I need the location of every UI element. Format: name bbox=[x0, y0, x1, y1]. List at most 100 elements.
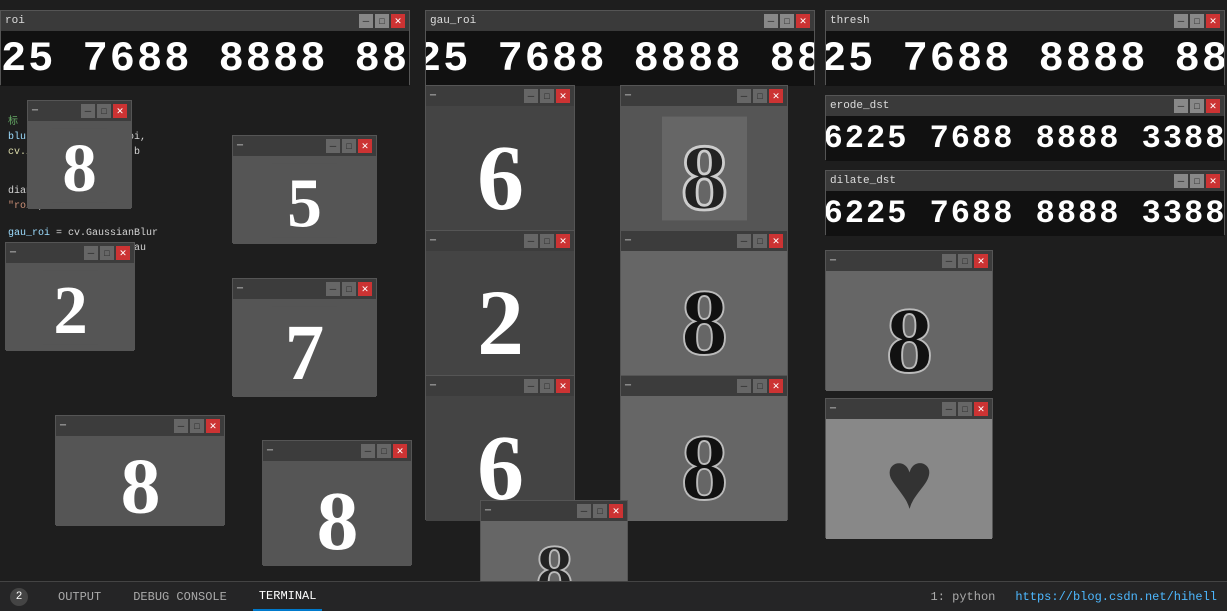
digit-win-4-titlebar[interactable]: ─ ─ □ ✕ bbox=[233, 279, 376, 299]
digit-win-7-titlebar[interactable]: ─ ─ □ ✕ bbox=[426, 86, 574, 106]
digit-win-8-titlebar[interactable]: ─ ─ □ ✕ bbox=[621, 86, 787, 106]
dw15-min[interactable]: ─ bbox=[942, 402, 956, 416]
dw11-close[interactable]: ✕ bbox=[556, 379, 570, 393]
gau-roi-minimize[interactable]: ─ bbox=[764, 14, 778, 28]
dw3-max[interactable]: □ bbox=[100, 246, 114, 260]
roi-close[interactable]: ✕ bbox=[391, 14, 405, 28]
dw4-min[interactable]: ─ bbox=[326, 282, 340, 296]
dw12-max[interactable]: □ bbox=[753, 379, 767, 393]
thresh-titlebar[interactable]: thresh ─ □ ✕ bbox=[826, 11, 1224, 31]
digit-win-9-titlebar[interactable]: ─ ─ □ ✕ bbox=[426, 231, 574, 251]
dw1-close[interactable]: ✕ bbox=[113, 104, 127, 118]
dw11-min[interactable]: ─ bbox=[524, 379, 538, 393]
dw13-min[interactable]: ─ bbox=[577, 504, 591, 518]
digit-win-12-titlebar[interactable]: ─ ─ □ ✕ bbox=[621, 376, 787, 396]
digit-win-14-titlebar[interactable]: ─ ─ □ ✕ bbox=[826, 251, 992, 271]
dw2-close[interactable]: ✕ bbox=[358, 139, 372, 153]
erode-dst-numbers: 6225 7688 8888 3388 bbox=[826, 116, 1224, 161]
dilate-dst-title: dilate_dst bbox=[830, 175, 1172, 187]
dw14-max[interactable]: □ bbox=[958, 254, 972, 268]
dw10-max[interactable]: □ bbox=[753, 234, 767, 248]
svg-text:6: 6 bbox=[477, 416, 524, 511]
dw15-max[interactable]: □ bbox=[958, 402, 972, 416]
roi-maximize[interactable]: □ bbox=[375, 14, 389, 28]
dw10-min[interactable]: ─ bbox=[737, 234, 751, 248]
dw8-close[interactable]: ✕ bbox=[769, 89, 783, 103]
thresh-close[interactable]: ✕ bbox=[1206, 14, 1220, 28]
gau-roi-close[interactable]: ✕ bbox=[796, 14, 810, 28]
dw6-min[interactable]: ─ bbox=[361, 444, 375, 458]
python-label: 1: python bbox=[931, 590, 996, 604]
dw5-max[interactable]: □ bbox=[190, 419, 204, 433]
tab-terminal[interactable]: TERMINAL bbox=[253, 582, 323, 611]
dw9-min[interactable]: ─ bbox=[524, 234, 538, 248]
digit-win-13-titlebar[interactable]: ─ ─ □ ✕ bbox=[481, 501, 627, 521]
dilate-maximize[interactable]: □ bbox=[1190, 174, 1204, 188]
dw5-min[interactable]: ─ bbox=[174, 419, 188, 433]
dilate-close[interactable]: ✕ bbox=[1206, 174, 1220, 188]
digit-svg-6: 8 bbox=[305, 466, 370, 561]
blog-url[interactable]: https://blog.csdn.net/hihell bbox=[1015, 590, 1217, 604]
gau-roi-maximize[interactable]: □ bbox=[780, 14, 794, 28]
erode-maximize[interactable]: □ bbox=[1190, 99, 1204, 113]
roi-minimize[interactable]: ─ bbox=[359, 14, 373, 28]
dilate-dst-titlebar[interactable]: dilate_dst ─ □ ✕ bbox=[826, 171, 1224, 191]
dw7-close[interactable]: ✕ bbox=[556, 89, 570, 103]
digit-win-11-titlebar[interactable]: ─ ─ □ ✕ bbox=[426, 376, 574, 396]
erode-minimize[interactable]: ─ bbox=[1174, 99, 1188, 113]
roi-titlebar[interactable]: roi ─ □ ✕ bbox=[1, 11, 409, 31]
digit-win-6-titlebar[interactable]: ─ ─ □ ✕ bbox=[263, 441, 411, 461]
dw4-close[interactable]: ✕ bbox=[358, 282, 372, 296]
dilate-minimize[interactable]: ─ bbox=[1174, 174, 1188, 188]
bottom-right: 1: python https://blog.csdn.net/hihell bbox=[931, 590, 1217, 604]
digit-win-10-titlebar[interactable]: ─ ─ □ ✕ bbox=[621, 231, 787, 251]
thresh-minimize[interactable]: ─ bbox=[1174, 14, 1188, 28]
dw6-close[interactable]: ✕ bbox=[393, 444, 407, 458]
digit-win-1-titlebar[interactable]: ─ ─ □ ✕ bbox=[28, 101, 131, 121]
erode-dst-window: erode_dst ─ □ ✕ 6225 7688 8888 3388 bbox=[825, 95, 1225, 160]
dw14-close[interactable]: ✕ bbox=[974, 254, 988, 268]
dw5-close[interactable]: ✕ bbox=[206, 419, 220, 433]
gau-roi-titlebar[interactable]: gau_roi ─ □ ✕ bbox=[426, 11, 814, 31]
dw13-max[interactable]: □ bbox=[593, 504, 607, 518]
dw13-close[interactable]: ✕ bbox=[609, 504, 623, 518]
dw7-max[interactable]: □ bbox=[540, 89, 554, 103]
dw8-min[interactable]: ─ bbox=[737, 89, 751, 103]
erode-dst-titlebar[interactable]: erode_dst ─ □ ✕ bbox=[826, 96, 1224, 116]
dw4-max[interactable]: □ bbox=[342, 282, 356, 296]
digit-win-3: ─ ─ □ ✕ 2 bbox=[5, 242, 135, 350]
tab-output[interactable]: OUTPUT bbox=[52, 582, 107, 611]
dw8-max[interactable]: □ bbox=[753, 89, 767, 103]
dw9-max[interactable]: □ bbox=[540, 234, 554, 248]
dw2-min[interactable]: ─ bbox=[326, 139, 340, 153]
dw3-min[interactable]: ─ bbox=[84, 246, 98, 260]
dw1-max[interactable]: □ bbox=[97, 104, 111, 118]
dw14-min[interactable]: ─ bbox=[942, 254, 956, 268]
erode-close[interactable]: ✕ bbox=[1206, 99, 1220, 113]
digit-win-3-titlebar[interactable]: ─ ─ □ ✕ bbox=[6, 243, 134, 263]
thresh-title: thresh bbox=[830, 15, 1172, 27]
thresh-maximize[interactable]: □ bbox=[1190, 14, 1204, 28]
dw12-min[interactable]: ─ bbox=[737, 379, 751, 393]
digit-win-2-titlebar[interactable]: ─ ─ □ ✕ bbox=[233, 136, 376, 156]
roi-title: roi bbox=[5, 15, 357, 27]
digit-win-5-titlebar[interactable]: ─ ─ □ ✕ bbox=[56, 416, 224, 436]
tab-debug-console[interactable]: DEBUG CONSOLE bbox=[127, 582, 233, 611]
digit-svg-12: 8 bbox=[662, 406, 747, 511]
dw2-max[interactable]: □ bbox=[342, 139, 356, 153]
dw6-max[interactable]: □ bbox=[377, 444, 391, 458]
digit-svg-9: 2 bbox=[463, 261, 538, 366]
dw3-close[interactable]: ✕ bbox=[116, 246, 130, 260]
digit-win-15-titlebar[interactable]: ─ ─ □ ✕ bbox=[826, 399, 992, 419]
dw11-max[interactable]: □ bbox=[540, 379, 554, 393]
dw10-close[interactable]: ✕ bbox=[769, 234, 783, 248]
roi-window: roi ─ □ ✕ 6225 7688 8888 8888 bbox=[0, 10, 410, 85]
dw12-close[interactable]: ✕ bbox=[769, 379, 783, 393]
digit-svg-7: 6 bbox=[463, 116, 538, 221]
dw7-min[interactable]: ─ bbox=[524, 89, 538, 103]
svg-text:8: 8 bbox=[885, 289, 932, 384]
dw1-min[interactable]: ─ bbox=[81, 104, 95, 118]
dw9-close[interactable]: ✕ bbox=[556, 234, 570, 248]
dw15-close[interactable]: ✕ bbox=[974, 402, 988, 416]
gau-roi-window: gau_roi ─ □ ✕ 6225 7688 8888 8888 bbox=[425, 10, 815, 85]
